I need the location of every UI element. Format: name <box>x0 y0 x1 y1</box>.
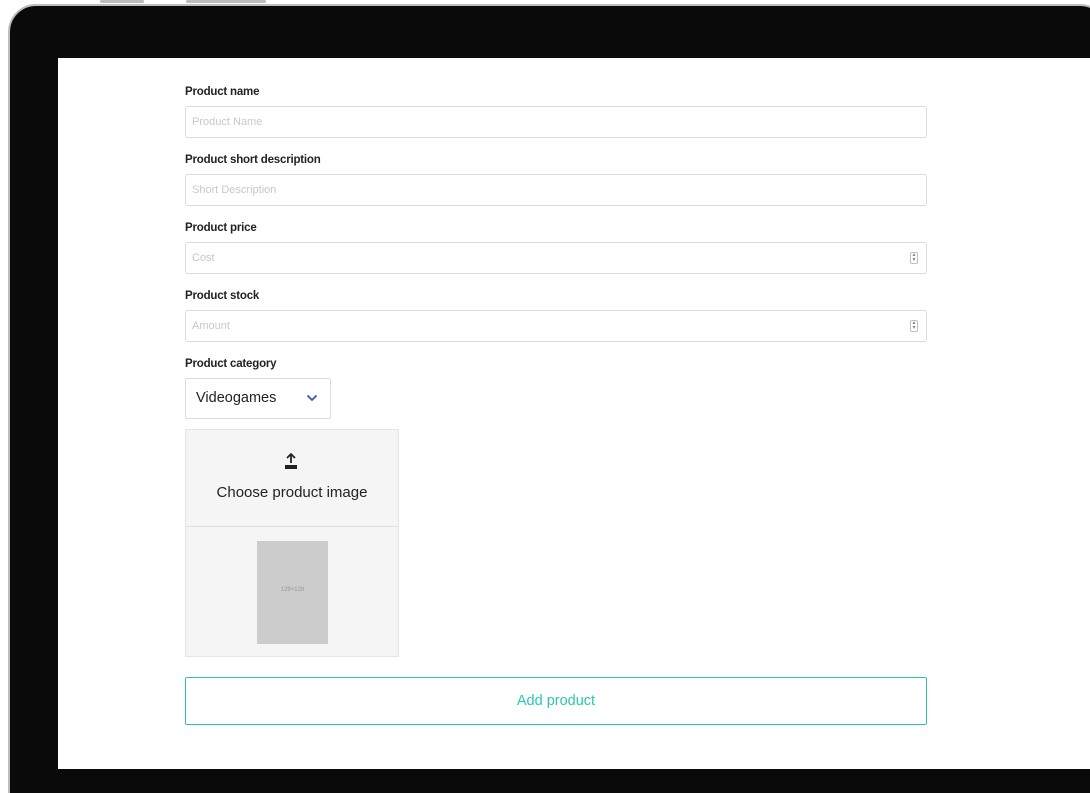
category-selected-value: Videogames <box>196 390 277 406</box>
stock-placeholder: Amount <box>192 320 230 332</box>
choose-image-label: Choose product image <box>216 484 368 501</box>
short-description-label: Product short description <box>185 154 321 166</box>
add-product-button[interactable]: Add product <box>185 677 927 725</box>
product-name-input[interactable]: Product Name <box>185 106 927 138</box>
spinner-icon[interactable]: ▴ ▾ <box>910 252 918 264</box>
image-preview: 128×128 <box>257 541 328 644</box>
screen: Product name Product Name Product short … <box>58 58 1090 769</box>
product-name-label: Product name <box>185 86 260 98</box>
short-description-input[interactable]: Short Description <box>185 174 927 206</box>
price-label: Product price <box>185 222 257 234</box>
category-label: Product category <box>185 358 277 370</box>
price-placeholder: Cost <box>192 252 215 264</box>
image-preview-size: 128×128 <box>280 587 305 593</box>
product-name-placeholder: Product Name <box>192 116 263 128</box>
image-upload-area: Choose product image 128×128 <box>185 429 399 657</box>
chevron-down-icon <box>307 395 317 401</box>
hardware-button <box>100 0 144 3</box>
spinner-icon[interactable]: ▴ ▾ <box>910 320 918 332</box>
choose-image-button[interactable]: Choose product image <box>186 430 398 527</box>
upload-icon <box>285 453 297 469</box>
price-input[interactable]: Cost ▴ ▾ <box>185 242 927 274</box>
hardware-button <box>186 0 266 3</box>
stock-input[interactable]: Amount ▴ ▾ <box>185 310 927 342</box>
short-description-placeholder: Short Description <box>192 184 277 196</box>
stock-label: Product stock <box>185 290 260 302</box>
category-select[interactable]: Videogames <box>185 378 331 419</box>
